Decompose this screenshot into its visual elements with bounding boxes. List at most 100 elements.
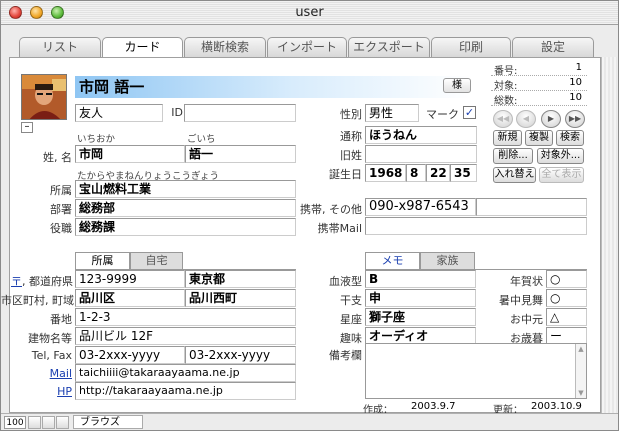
prev-record-icon[interactable]: ◀ [516,110,536,128]
duplicate-button[interactable]: 複製 [525,130,553,146]
omit-button[interactable]: 対象外... [537,148,584,164]
notes-label: 備考欄 [329,349,362,362]
contact-photo[interactable] [21,74,67,120]
tab-address-home[interactable]: 自宅 [130,252,183,269]
notes-scrollbar[interactable]: ▲ ▼ [575,344,586,398]
summer-greeting-label: 暑中見舞 [499,294,543,307]
last-record-icon[interactable]: ▶▶ [565,110,585,128]
summer-greeting-field[interactable]: ○ [546,289,587,307]
photo-collapse-icon[interactable]: – [21,122,33,133]
show-all-button[interactable]: 全て表示 [539,167,584,183]
hobby-label: 趣味 [340,332,362,345]
blood-type-label: 血液型 [329,275,362,288]
prefecture-field[interactable]: 東京都 [185,270,296,288]
department-field[interactable]: 総務部 [75,199,296,217]
divider [491,90,587,91]
street-number-field[interactable]: 1-2-3 [75,308,296,326]
ochugen-field[interactable]: △ [546,308,587,326]
tab-card[interactable]: カード [102,37,183,58]
next-record-icon[interactable]: ▶ [541,110,561,128]
zoom-in-icon[interactable] [42,416,55,429]
total-count: 10 [569,92,582,103]
full-name-banner: 市岡 語一 [75,76,471,98]
birthday-month[interactable]: 8 [406,164,426,182]
tab-memo[interactable]: メモ [365,252,420,269]
tel-fax-label: Tel, Fax [31,349,72,362]
nickname-field[interactable]: ほうねん [365,126,477,144]
job-title-field[interactable]: 総務課 [75,218,296,236]
tab-address-company[interactable]: 所属 [75,252,130,269]
honorific-button[interactable]: 様 [443,78,471,93]
tab-cross-search[interactable]: 横断検索 [184,37,266,57]
swap-button[interactable]: 入れ替え [493,167,536,183]
zoom-out-icon[interactable] [28,416,41,429]
zip-link[interactable]: 〒 [11,275,22,288]
zoom-level[interactable]: 100 [4,416,26,429]
zip-field[interactable]: 123-9999 [75,270,185,288]
birthday-label: 誕生日 [329,168,362,181]
other-phone-field[interactable] [476,198,587,216]
former-name-field[interactable] [365,145,477,163]
scroll-down-icon[interactable]: ▼ [577,389,585,397]
mark-checkbox[interactable]: ✓ [463,106,476,119]
zodiac-label: 干支 [340,294,362,307]
divider [491,75,587,76]
first-name-field[interactable]: 語一 [185,145,296,163]
zoom-controls [28,416,70,429]
found-count: 10 [569,77,582,88]
id-label: ID [171,106,183,119]
tab-family[interactable]: 家族 [420,252,475,269]
notes-textarea[interactable]: ▲ ▼ [365,343,587,399]
tab-settings[interactable]: 設定 [512,37,594,57]
zodiac-field[interactable]: 申 [365,289,476,307]
new-record-button[interactable]: 新規 [493,130,522,146]
id-field[interactable] [184,104,296,122]
mail-field[interactable]: taichiiii@takaraayaama.ne.jp [75,364,296,382]
tel-field[interactable]: 03-2xxx-yyyy [75,346,185,364]
former-name-label: 旧姓 [340,149,362,162]
star-sign-label: 星座 [340,313,362,326]
last-name-kana: いちおか [77,134,116,145]
tab-print[interactable]: 印刷 [431,37,511,57]
relation-field[interactable]: 友人 [75,104,163,122]
age-field[interactable]: 35 [450,164,477,182]
zip-pref-label: 〒, 都道府県 [7,273,73,289]
first-record-icon[interactable]: ◀◀ [493,110,513,128]
blood-type-field[interactable]: B [365,270,476,288]
last-name-field[interactable]: 市岡 [75,145,185,163]
title-bar[interactable]: user [1,1,618,25]
gender-field[interactable]: 男性 [365,104,419,122]
main-tabs: リスト カード 横断検索 インポート エクスポート 印刷 設定 [19,37,595,58]
star-sign-field[interactable]: 獅子座 [365,308,476,326]
birthday-day[interactable]: 22 [426,164,450,182]
job-title-label: 役職 [50,222,72,235]
new-year-card-field[interactable]: ○ [546,270,587,288]
mobile-phone-field[interactable]: 090-x987-6543 [365,198,476,216]
mode-indicator[interactable]: ブラウズ [73,415,143,429]
town-field[interactable]: 品川西町 [185,289,296,307]
company-field[interactable]: 宝山燃料工業 [75,180,296,198]
record-number: 1 [575,62,582,73]
mobile-mail-field[interactable] [365,217,587,235]
delete-button[interactable]: 削除... [493,148,533,164]
pref-label: , 都道府県 [22,275,73,288]
homepage-link[interactable]: HP [21,385,72,398]
mark-label: マーク [426,108,459,121]
department-label: 部署 [50,203,72,216]
status-toggle-icon[interactable] [56,416,69,429]
city-field[interactable]: 品川区 [75,289,185,307]
search-button[interactable]: 検索 [556,130,584,146]
fax-field[interactable]: 03-2xxx-yyyy [185,346,296,364]
tab-export[interactable]: エクスポート [348,37,430,57]
name-label: 姓, 名 [43,151,72,164]
mail-link[interactable]: Mail [21,367,72,380]
scroll-up-icon[interactable]: ▲ [577,345,585,353]
birthday-year[interactable]: 1968 [365,164,406,182]
window-scrollbar[interactable] [601,57,617,413]
building-field[interactable]: 品川ビル 12F [75,327,296,345]
building-label: 建物名等 [28,332,72,345]
tab-list[interactable]: リスト [19,37,101,57]
mobile-label: 携帯, その他 [300,203,362,216]
homepage-field[interactable]: http://takaraayaama.ne.jp [75,382,296,400]
tab-import[interactable]: インポート [267,37,347,57]
